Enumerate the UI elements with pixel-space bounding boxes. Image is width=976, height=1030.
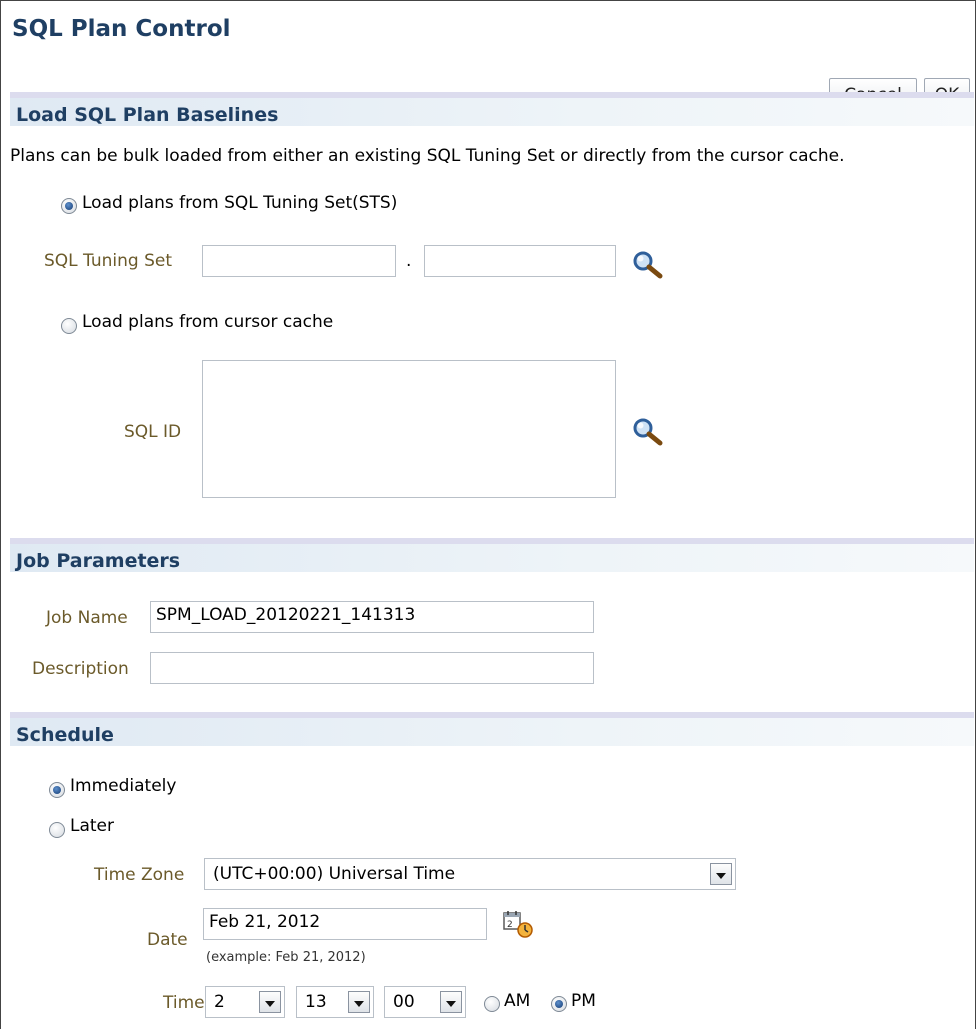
second-select[interactable]: 00 <box>384 986 466 1018</box>
chevron-down-icon[interactable] <box>348 991 370 1013</box>
date-label: Date <box>147 930 188 950</box>
date-input[interactable]: Feb 21, 2012 <box>203 908 487 940</box>
chevron-down-icon[interactable] <box>440 991 462 1013</box>
hour-select[interactable]: 2 <box>205 986 285 1018</box>
cursor-cache-radio-label: Load plans from cursor cache <box>82 312 334 332</box>
schedule-section-header <box>10 712 974 746</box>
hour-value: 2 <box>214 992 225 1012</box>
timezone-value: (UTC+00:00) Universal Time <box>213 864 456 884</box>
sts-label: SQL Tuning Set <box>44 251 173 271</box>
description-label: Description <box>32 659 129 679</box>
pm-radio[interactable] <box>551 996 567 1012</box>
calendar-icon[interactable]: 2 <box>502 910 536 940</box>
page-title: SQL Plan Control <box>12 16 231 42</box>
am-radio-label: AM <box>504 991 531 1011</box>
second-value: 00 <box>393 992 415 1012</box>
am-radio[interactable] <box>484 996 500 1012</box>
load-description: Plans can be bulk loaded from either an … <box>10 146 845 166</box>
later-radio[interactable] <box>49 822 65 838</box>
minute-value: 13 <box>305 992 327 1012</box>
search-icon[interactable] <box>632 417 666 447</box>
sql-id-textarea[interactable] <box>202 360 616 498</box>
pm-radio-label: PM <box>571 991 596 1011</box>
job-name-input[interactable]: SPM_LOAD_20120221_141313 <box>150 601 594 633</box>
search-icon[interactable] <box>632 250 666 280</box>
sts-radio[interactable] <box>61 198 77 214</box>
date-hint: (example: Feb 21, 2012) <box>206 950 366 965</box>
later-radio-label: Later <box>70 816 115 836</box>
immediately-radio-label: Immediately <box>70 776 177 796</box>
minute-select[interactable]: 13 <box>296 986 374 1018</box>
load-section-title: Load SQL Plan Baselines <box>16 104 279 126</box>
sts-separator: . <box>406 251 412 271</box>
sts-name-input[interactable] <box>424 245 616 277</box>
timezone-label: Time Zone <box>94 865 185 885</box>
description-input[interactable] <box>150 652 594 684</box>
chevron-down-icon[interactable] <box>710 863 732 885</box>
immediately-radio[interactable] <box>49 782 65 798</box>
sts-owner-input[interactable] <box>202 245 396 277</box>
job-name-label: Job Name <box>46 608 128 628</box>
cursor-cache-radio[interactable] <box>61 318 77 334</box>
chevron-down-icon[interactable] <box>259 991 281 1013</box>
schedule-section-title: Schedule <box>16 724 114 746</box>
svg-text:2: 2 <box>507 920 513 930</box>
timezone-select[interactable]: (UTC+00:00) Universal Time <box>204 858 736 890</box>
sql-id-label: SQL ID <box>124 422 182 442</box>
sts-radio-label: Load plans from SQL Tuning Set(STS) <box>82 193 398 213</box>
job-section-title: Job Parameters <box>16 550 181 572</box>
time-label: Time <box>163 993 205 1013</box>
